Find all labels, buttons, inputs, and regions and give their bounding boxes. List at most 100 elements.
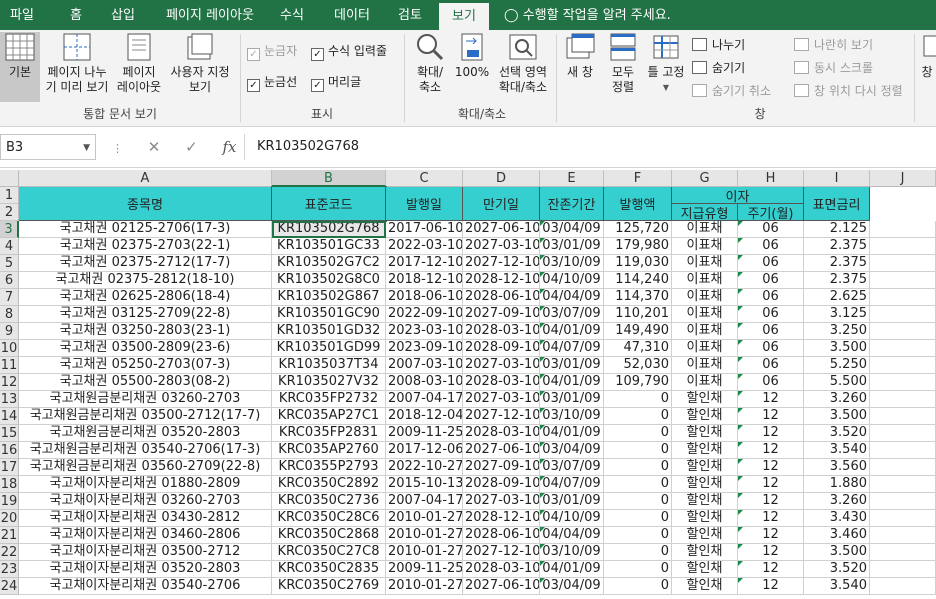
row-header[interactable]: 23 bbox=[0, 561, 19, 578]
cell-e[interactable]: 03/01/09 bbox=[540, 493, 604, 510]
cell-g[interactable]: 할인채 bbox=[672, 459, 738, 476]
cell-b[interactable]: KR103502G8C0 bbox=[272, 272, 386, 289]
cell-f[interactable]: 47,310 bbox=[604, 340, 672, 357]
row-header[interactable]: 17 bbox=[0, 459, 19, 476]
tab-home[interactable]: 홈 bbox=[58, 0, 94, 30]
cell-j[interactable] bbox=[870, 306, 936, 323]
cell-g[interactable]: 이표채 bbox=[672, 272, 738, 289]
cell-e[interactable]: 04/01/09 bbox=[540, 561, 604, 578]
cell-h[interactable]: 06 bbox=[738, 255, 804, 272]
cell-b[interactable]: KR103501GC33 bbox=[272, 238, 386, 255]
cell-b[interactable]: KRC0355P2793 bbox=[272, 459, 386, 476]
cell-g[interactable]: 할인채 bbox=[672, 544, 738, 561]
cell-c[interactable]: 2022-10-27 bbox=[386, 459, 463, 476]
view-side-by-side-button[interactable]: 나란히 보기 bbox=[794, 36, 873, 53]
cell-i[interactable]: 3.260 bbox=[804, 493, 870, 510]
cell-b[interactable]: KR103501GD32 bbox=[272, 323, 386, 340]
cell-h[interactable]: 06 bbox=[738, 238, 804, 255]
column-header-h[interactable]: H bbox=[738, 170, 804, 187]
cell-a[interactable]: 국고채권 03500-2809(23-6) bbox=[19, 340, 272, 357]
cell-b[interactable]: KR103501GD99 bbox=[272, 340, 386, 357]
row-header[interactable]: 11 bbox=[0, 357, 19, 374]
cell-c[interactable]: 2023-09-10 bbox=[386, 340, 463, 357]
cell-b[interactable]: KRC0350C27C8 bbox=[272, 544, 386, 561]
cell-h[interactable]: 12 bbox=[738, 510, 804, 527]
column-header-b[interactable]: B bbox=[272, 170, 386, 187]
tab-formulas[interactable]: 수식 bbox=[272, 0, 312, 30]
cell-g[interactable]: 할인채 bbox=[672, 391, 738, 408]
cell-j[interactable] bbox=[870, 323, 936, 340]
cell-h[interactable]: 12 bbox=[738, 527, 804, 544]
cell-a[interactable]: 국고채원금분리채권 03540-2706(17-3) bbox=[19, 442, 272, 459]
cell-g[interactable]: 이표채 bbox=[672, 357, 738, 374]
cell-h[interactable]: 12 bbox=[738, 578, 804, 595]
cell-i[interactable]: 2.625 bbox=[804, 289, 870, 306]
cell-c[interactable]: 2022-09-10 bbox=[386, 306, 463, 323]
cell-b[interactable]: KRC0350C28C6 bbox=[272, 510, 386, 527]
cell-e[interactable]: 04/04/09 bbox=[540, 527, 604, 544]
cell-g[interactable]: 이표채 bbox=[672, 374, 738, 391]
cell-e[interactable]: 04/01/09 bbox=[540, 425, 604, 442]
cell-g[interactable]: 이표채 bbox=[672, 255, 738, 272]
cell-a[interactable]: 국고채권 05250-2703(07-3) bbox=[19, 357, 272, 374]
column-header-i[interactable]: I bbox=[804, 170, 870, 187]
cell-f[interactable]: 0 bbox=[604, 544, 672, 561]
cell-b[interactable]: KRC035AP2760 bbox=[272, 442, 386, 459]
freeze-panes-button[interactable]: 틀 고정 ▼ bbox=[644, 32, 688, 102]
cell-h[interactable]: 12 bbox=[738, 408, 804, 425]
formula-bar-checkbox[interactable]: ✓ 수식 입력줄 bbox=[311, 43, 387, 61]
cell-j[interactable] bbox=[870, 493, 936, 510]
arrange-all-button[interactable]: 모두 정렬 bbox=[604, 32, 642, 102]
cell-e[interactable]: 04/04/09 bbox=[540, 289, 604, 306]
cell-b[interactable]: KRC0350C2892 bbox=[272, 476, 386, 493]
cell-e[interactable]: 04/01/09 bbox=[540, 374, 604, 391]
cell-g[interactable]: 할인채 bbox=[672, 425, 738, 442]
cell-j[interactable] bbox=[870, 238, 936, 255]
cell-f[interactable]: 0 bbox=[604, 408, 672, 425]
cell-f[interactable]: 0 bbox=[604, 561, 672, 578]
column-header-j[interactable]: J bbox=[870, 170, 936, 187]
cell-j[interactable] bbox=[870, 459, 936, 476]
cell-f[interactable]: 0 bbox=[604, 459, 672, 476]
cell-j[interactable] bbox=[870, 255, 936, 272]
zoom-to-selection-button[interactable]: 선택 영역 확대/축소 bbox=[494, 32, 552, 102]
cell-j[interactable] bbox=[870, 476, 936, 493]
cell-j[interactable] bbox=[870, 578, 936, 595]
cell-a[interactable]: 국고채권 02625-2806(18-4) bbox=[19, 289, 272, 306]
cell-c[interactable]: 2018-12-10 bbox=[386, 272, 463, 289]
cell-d[interactable]: 2028-06-10 bbox=[463, 289, 540, 306]
row-header[interactable]: 4 bbox=[0, 238, 19, 255]
cell-d[interactable]: 2027-12-10 bbox=[463, 544, 540, 561]
cell-d[interactable]: 2028-06-10 bbox=[463, 527, 540, 544]
cell-j[interactable] bbox=[870, 408, 936, 425]
cell-c[interactable]: 2017-12-10 bbox=[386, 255, 463, 272]
cell-j[interactable] bbox=[870, 340, 936, 357]
cell-a[interactable]: 국고채권 02375-2812(18-10) bbox=[19, 272, 272, 289]
cell-i[interactable]: 3.250 bbox=[804, 323, 870, 340]
tab-insert[interactable]: 삽입 bbox=[100, 0, 146, 30]
cell-h[interactable]: 12 bbox=[738, 425, 804, 442]
cell-c[interactable]: 2022-03-10 bbox=[386, 238, 463, 255]
row-header[interactable]: 10 bbox=[0, 340, 19, 357]
tab-file[interactable]: 파일 bbox=[0, 0, 44, 30]
cell-f[interactable]: 0 bbox=[604, 527, 672, 544]
cell-e[interactable]: 04/01/09 bbox=[540, 323, 604, 340]
cell-i[interactable]: 5.500 bbox=[804, 374, 870, 391]
cell-j[interactable] bbox=[870, 442, 936, 459]
headings-checkbox[interactable]: ✓ 머리글 bbox=[311, 74, 361, 92]
cell-d[interactable]: 2028-12-10 bbox=[463, 510, 540, 527]
cell-a[interactable]: 국고채이자분리채권 03500-2712 bbox=[19, 544, 272, 561]
cell-h[interactable]: 06 bbox=[738, 323, 804, 340]
cell-f[interactable]: 114,240 bbox=[604, 272, 672, 289]
cell-h[interactable]: 06 bbox=[738, 357, 804, 374]
cell-d[interactable]: 2027-06-10 bbox=[463, 578, 540, 595]
column-header-d[interactable]: D bbox=[463, 170, 540, 187]
cell-f[interactable]: 0 bbox=[604, 425, 672, 442]
cell-i[interactable]: 3.260 bbox=[804, 391, 870, 408]
cell-j[interactable] bbox=[870, 425, 936, 442]
cell-c[interactable]: 2007-04-17 bbox=[386, 391, 463, 408]
cell-j[interactable] bbox=[870, 527, 936, 544]
page-layout-view-button[interactable]: 페이지 레이아웃 bbox=[114, 32, 164, 102]
cell-b[interactable]: KRC035AP27C1 bbox=[272, 408, 386, 425]
row-header[interactable]: 20 bbox=[0, 510, 19, 527]
